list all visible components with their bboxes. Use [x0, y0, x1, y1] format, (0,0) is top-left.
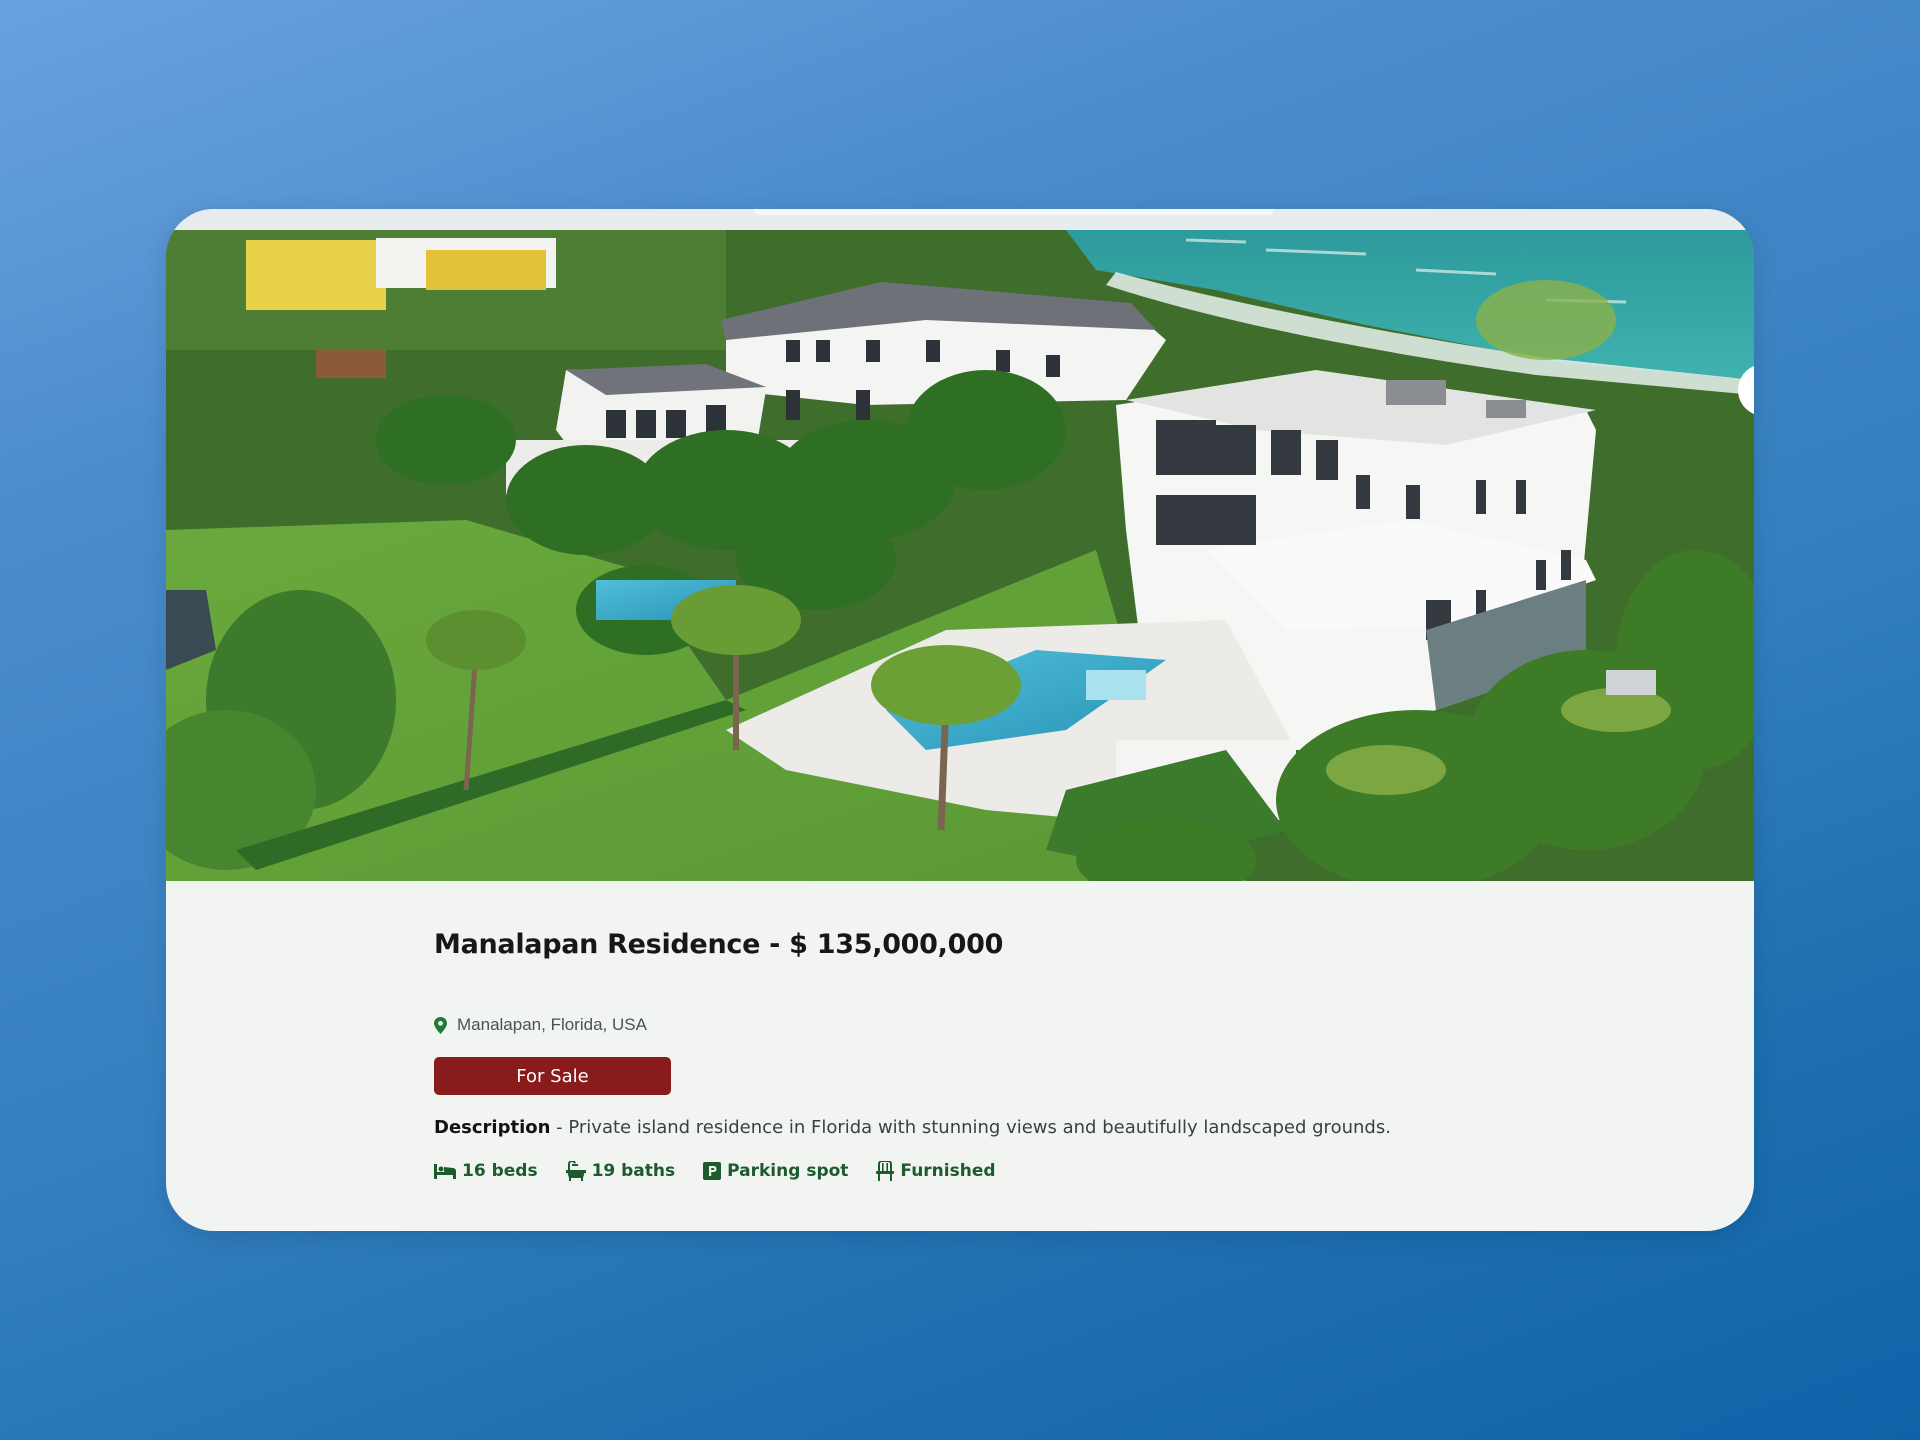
property-card: Manalapan Residence - $ 135,000,000 Mana…: [166, 209, 1754, 1231]
feature-beds: 16 beds: [434, 1161, 538, 1181]
description-label: Description: [434, 1117, 551, 1138]
property-photo[interactable]: [166, 230, 1754, 881]
furnished-label: Furnished: [900, 1161, 996, 1181]
features-list: 16 beds 19 baths Parking spot Furnished: [434, 1161, 1024, 1181]
parking-label: Parking spot: [727, 1161, 849, 1181]
feature-baths: 19 baths: [565, 1161, 676, 1181]
location-text: Manalapan, Florida, USA: [457, 1015, 647, 1034]
map-pin-icon: [434, 1016, 447, 1034]
feature-parking: Parking spot: [703, 1161, 848, 1181]
chair-icon: [876, 1161, 895, 1181]
card-top-strip: [166, 209, 1754, 230]
bathtub-icon: [565, 1161, 586, 1181]
property-aerial-image: [166, 230, 1754, 881]
description-text: - Private island residence in Florida wi…: [550, 1117, 1391, 1138]
baths-label: 19 baths: [591, 1161, 676, 1181]
feature-furnished: Furnished: [876, 1161, 996, 1181]
parking-icon: [703, 1162, 722, 1180]
listing-description: Description - Private island residence i…: [434, 1117, 1391, 1138]
listing-title: Manalapan Residence - $ 135,000,000: [434, 929, 1004, 960]
listing-location: Manalapan, Florida, USA: [434, 1015, 647, 1035]
status-badge[interactable]: For Sale: [434, 1057, 671, 1095]
beds-label: 16 beds: [462, 1161, 538, 1181]
bed-icon: [434, 1163, 456, 1179]
